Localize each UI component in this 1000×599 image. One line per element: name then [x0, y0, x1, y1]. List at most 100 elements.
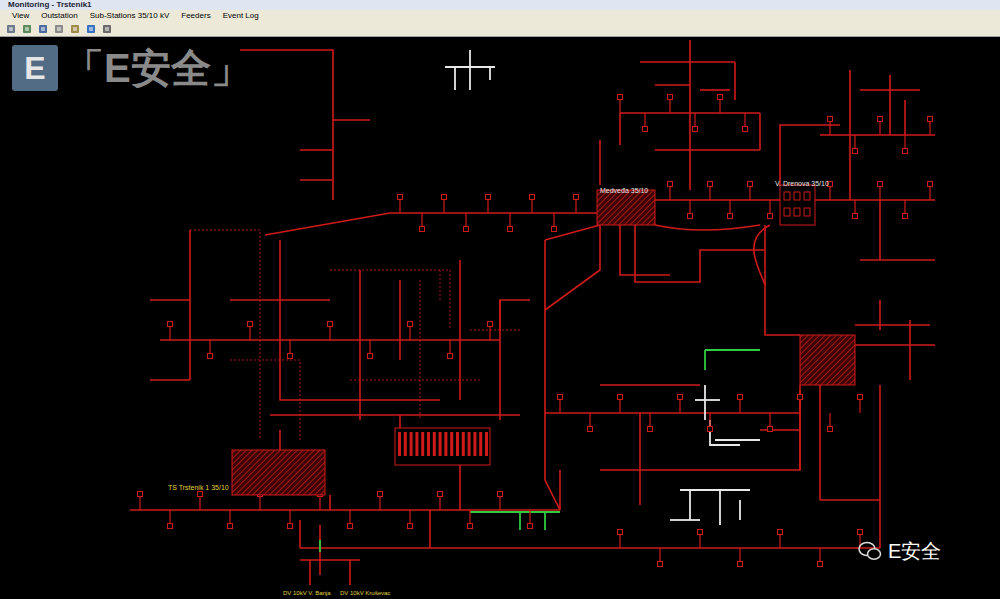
feeder-tap[interactable]	[448, 340, 453, 359]
switch-node[interactable]	[528, 524, 533, 529]
switch-node[interactable]	[678, 395, 683, 400]
energized-line[interactable]	[765, 225, 800, 335]
energized-line[interactable]	[909, 320, 911, 380]
feeder-tap[interactable]	[228, 510, 233, 529]
energized-line[interactable]	[635, 225, 765, 282]
energized-line[interactable]	[270, 414, 520, 416]
energized-line[interactable]	[600, 384, 700, 386]
feeder-tap[interactable]	[648, 413, 653, 432]
energized-line[interactable]	[879, 385, 881, 548]
switch-node[interactable]	[438, 492, 443, 497]
feeder-tap[interactable]	[728, 200, 733, 219]
energized-line[interactable]	[639, 413, 641, 505]
energized-line[interactable]	[620, 112, 760, 114]
tool-icon[interactable]	[6, 24, 16, 34]
switch-node[interactable]	[778, 530, 783, 535]
feeder-tap[interactable]	[530, 195, 535, 214]
feeder-tap[interactable]	[588, 413, 593, 432]
switch-node[interactable]	[928, 182, 933, 187]
switch-node[interactable]	[248, 322, 253, 327]
feeder-tap[interactable]	[408, 322, 413, 341]
switch-node[interactable]	[138, 492, 143, 497]
switch-node[interactable]	[498, 492, 503, 497]
feeder-tap[interactable]	[378, 492, 383, 511]
energized-line[interactable]	[655, 199, 780, 201]
energized-line[interactable]	[820, 134, 935, 136]
energized-line[interactable]	[545, 412, 800, 414]
energized-line[interactable]	[329, 495, 331, 510]
feeder-tap[interactable]	[858, 395, 863, 414]
feeder-tap[interactable]	[468, 510, 473, 529]
switch-node[interactable]	[574, 195, 579, 200]
switch-node[interactable]	[618, 395, 623, 400]
feeder-tap[interactable]	[464, 213, 469, 232]
energized-line[interactable]	[655, 225, 760, 230]
feeder-tap[interactable]	[693, 113, 698, 132]
energized-line[interactable]	[300, 547, 880, 549]
switch-node[interactable]	[708, 427, 713, 432]
deenergized-line[interactable]	[715, 439, 760, 441]
energized-line[interactable]	[904, 100, 906, 135]
energized-line[interactable]	[780, 125, 840, 185]
feeder-tap[interactable]	[928, 117, 933, 136]
switch-node[interactable]	[486, 195, 491, 200]
feeder-tap[interactable]	[738, 548, 743, 567]
deenergized-line[interactable]	[710, 420, 740, 445]
tool-icon[interactable]	[54, 24, 64, 34]
switch-node[interactable]	[798, 395, 803, 400]
switch-node[interactable]	[903, 149, 908, 154]
feeder-tap[interactable]	[618, 530, 623, 549]
switch-node[interactable]	[168, 524, 173, 529]
feeder-tap[interactable]	[828, 413, 833, 432]
deenergized-line[interactable]	[695, 399, 720, 401]
feeder-tap[interactable]	[928, 182, 933, 201]
energized-line[interactable]	[879, 200, 881, 260]
switch-node[interactable]	[328, 322, 333, 327]
switch-node[interactable]	[858, 395, 863, 400]
energized-line[interactable]	[619, 113, 621, 145]
tool-icon[interactable]	[86, 24, 96, 34]
switch-node[interactable]	[378, 492, 383, 497]
energized-line[interactable]	[545, 240, 560, 510]
energized-line[interactable]	[429, 510, 431, 548]
switch-node[interactable]	[288, 524, 293, 529]
energized-line[interactable]	[265, 213, 600, 235]
feeder-tap[interactable]	[498, 492, 503, 511]
switch-node[interactable]	[878, 182, 883, 187]
energized-line[interactable]	[620, 225, 670, 275]
earthed-line[interactable]	[704, 350, 706, 370]
switch-node[interactable]	[743, 127, 748, 132]
energized-line[interactable]	[734, 62, 736, 100]
feeder-tap[interactable]	[718, 95, 723, 114]
feeder-tap[interactable]	[778, 530, 783, 549]
menu-item[interactable]: Event Log	[223, 10, 259, 22]
switch-node[interactable]	[552, 227, 557, 232]
switch-node[interactable]	[718, 95, 723, 100]
feeder-tap[interactable]	[288, 510, 293, 529]
substation-box[interactable]	[800, 335, 855, 385]
energized-line[interactable]	[279, 430, 281, 450]
energized-line[interactable]	[559, 470, 561, 510]
feeder-tap[interactable]	[288, 340, 293, 359]
feeder-tap[interactable]	[208, 340, 213, 359]
earthed-line[interactable]	[470, 511, 560, 513]
switch-node[interactable]	[688, 214, 693, 219]
switch-node[interactable]	[698, 530, 703, 535]
switch-node[interactable]	[468, 524, 473, 529]
feeder-tap[interactable]	[903, 200, 908, 219]
energized-line[interactable]	[359, 270, 361, 420]
earthed-line[interactable]	[519, 512, 521, 530]
feeder-tap[interactable]	[442, 195, 447, 214]
feeder-tap[interactable]	[168, 510, 173, 529]
energized-line[interactable]	[860, 259, 935, 261]
energized-line[interactable]	[319, 525, 321, 575]
switch-node[interactable]	[738, 562, 743, 567]
energized-line[interactable]	[600, 390, 800, 470]
energized-line[interactable]	[599, 140, 601, 185]
feeder-tap[interactable]	[818, 548, 823, 567]
switch-node[interactable]	[903, 214, 908, 219]
switch-node[interactable]	[168, 322, 173, 327]
feeder-tap[interactable]	[488, 322, 493, 341]
energized-line[interactable]	[759, 113, 761, 150]
menu-item[interactable]: Sub-Stations 35/10 kV	[90, 10, 170, 22]
